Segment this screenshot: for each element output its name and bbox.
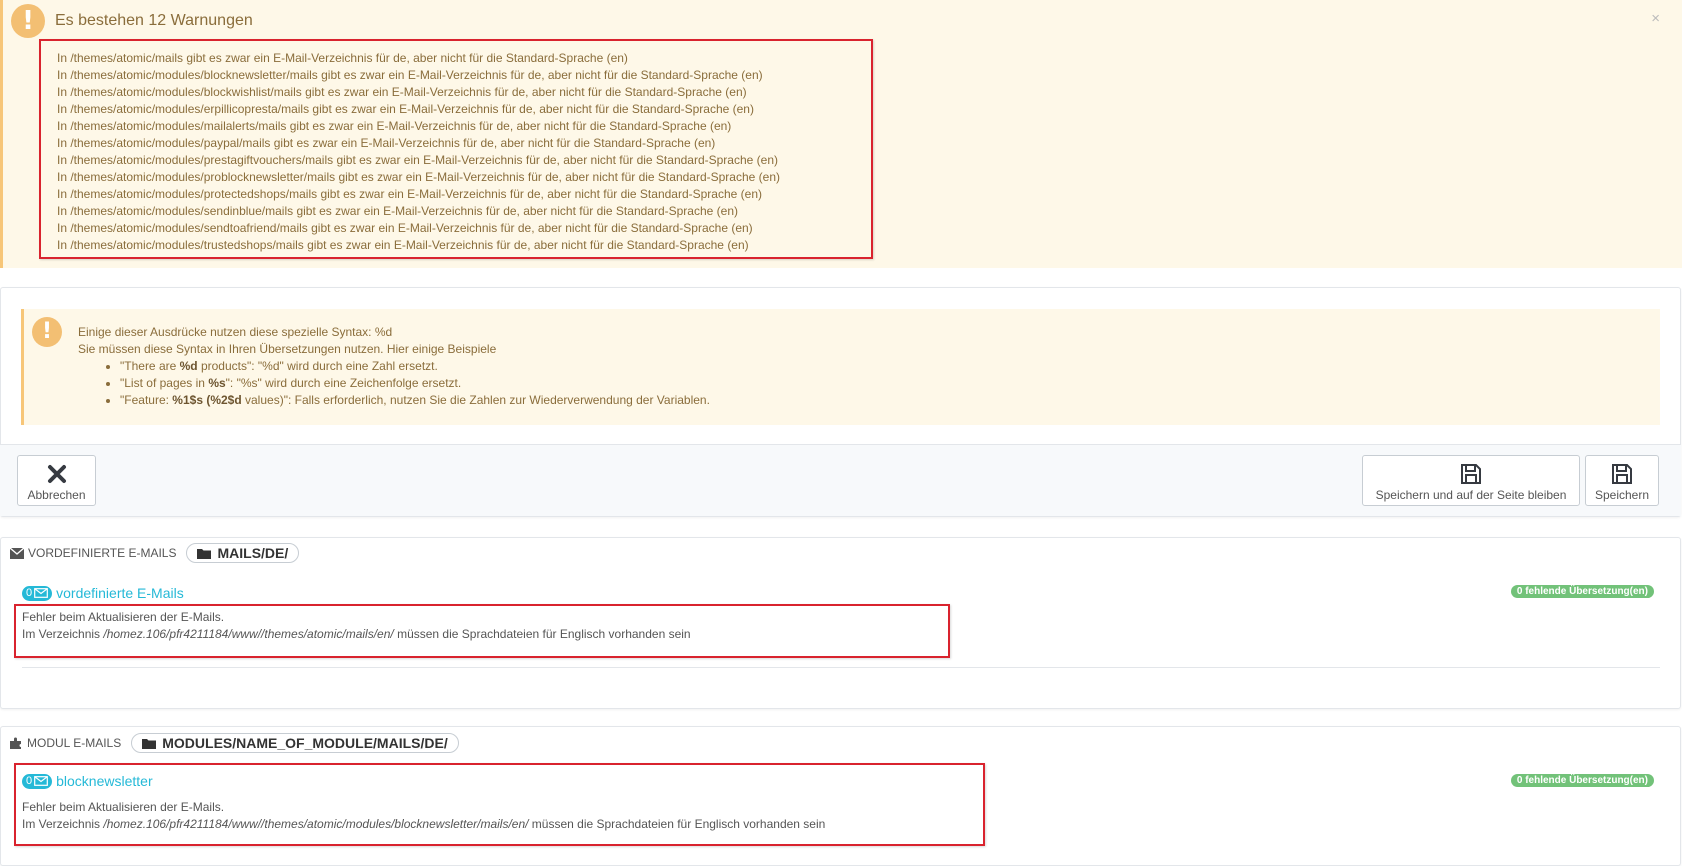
syntax-info-alert: ! Einige dieser Ausdrücke nutzen diese s… (21, 309, 1660, 425)
save-icon (1461, 464, 1481, 484)
puzzle-icon (10, 737, 21, 749)
path-badge: MAILS/DE/ (186, 543, 300, 563)
save-and-stay-button[interactable]: Speichern und auf der Seite bleiben (1362, 455, 1580, 506)
example-item: "There are %d products": "%d" wird durch… (120, 358, 710, 375)
info-line: Einige dieser Ausdrücke nutzen diese spe… (78, 325, 393, 339)
warning-title: Es bestehen 12 Warnungen (55, 12, 253, 29)
example-item: "Feature: %1$s (%2$d values)": Falls erf… (120, 392, 710, 409)
section-title: MODUL E-MAILS (27, 736, 122, 750)
cancel-button[interactable]: Abbrechen (17, 455, 96, 506)
highlight-box (14, 604, 950, 658)
exclamation-icon: ! (32, 317, 62, 347)
info-line: Sie müssen diese Syntax in Ihren Überset… (78, 342, 497, 356)
form-toolbar: Abbrechen Speichern und auf der Seite bl… (0, 444, 1681, 516)
divider (22, 667, 1660, 668)
predefined-mails-heading: VORDEFINIERTE E-MAILS MAILS/DE/ (10, 543, 300, 563)
folder-icon (142, 738, 157, 749)
close-icon (47, 465, 66, 483)
close-icon[interactable]: × (1651, 10, 1660, 27)
predefined-mails-link[interactable]: vordefinierte E-Mails (56, 585, 184, 601)
folder-icon (197, 548, 212, 559)
path-badge: MODULES/NAME_OF_MODULE/MAILS/DE/ (131, 733, 459, 753)
info-text: Einige dieser Ausdrücke nutzen diese spe… (78, 324, 710, 409)
save-icon (1612, 464, 1632, 484)
cancel-label: Abbrechen (27, 488, 86, 502)
highlight-box (14, 763, 985, 846)
missing-translations-badge: 0 fehlende Übersetzung(en) (1510, 774, 1654, 787)
module-mails-heading: MODUL E-MAILS MODULES/NAME_OF_MODULE/MAI… (10, 733, 459, 753)
save-and-stay-label: Speichern und auf der Seite bleiben (1375, 488, 1567, 502)
missing-translations-badge: 0 fehlende Übersetzung(en) (1510, 585, 1654, 598)
envelope-icon (34, 588, 49, 598)
section-title: VORDEFINIERTE E-MAILS (28, 546, 177, 560)
save-button[interactable]: Speichern (1585, 455, 1659, 506)
example-list: "There are %d products": "%d" wird durch… (78, 358, 710, 409)
example-item: "List of pages in %s": "%s" wird durch e… (120, 375, 710, 392)
save-label: Speichern (1594, 488, 1650, 502)
envelope-icon (10, 547, 24, 559)
exclamation-icon: ! (11, 4, 45, 38)
count-badge: 0 (22, 585, 53, 601)
highlight-box (39, 39, 873, 259)
predefined-mails-toggle[interactable]: 0 vordefinierte E-Mails (22, 585, 184, 601)
